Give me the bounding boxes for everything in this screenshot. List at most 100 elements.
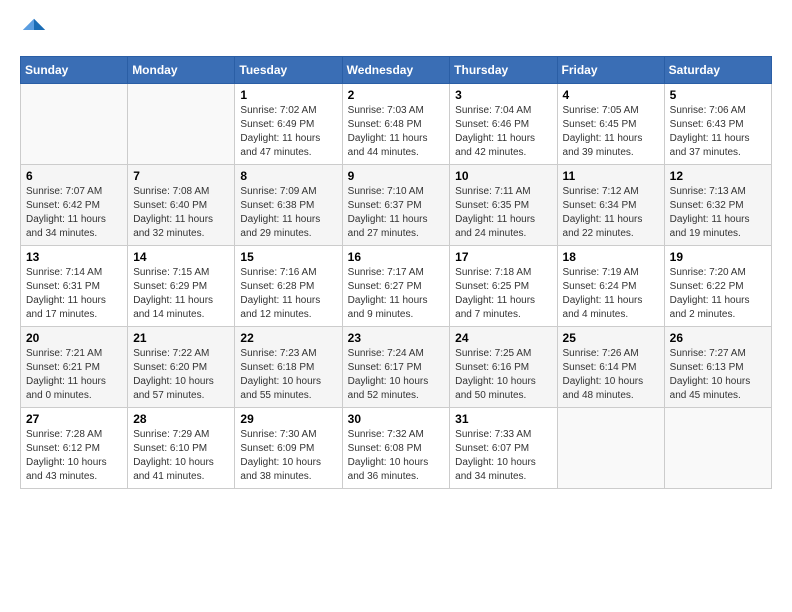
day-cell: 9 Sunrise: 7:10 AMSunset: 6:37 PMDaylight… bbox=[342, 165, 450, 246]
day-number: 10 bbox=[455, 169, 551, 183]
day-detail: Sunrise: 7:10 AMSunset: 6:37 PMDaylight:… bbox=[348, 186, 428, 239]
day-detail: Sunrise: 7:25 AMSunset: 6:16 PMDaylight:… bbox=[455, 348, 536, 401]
day-detail: Sunrise: 7:06 AMSunset: 6:43 PMDaylight:… bbox=[670, 105, 750, 158]
day-cell: 6 Sunrise: 7:07 AMSunset: 6:42 PMDaylight… bbox=[21, 165, 128, 246]
day-cell: 23Sunrise: 7:24 AMSunset: 6:17 PMDayligh… bbox=[342, 327, 450, 408]
header-cell-wednesday: Wednesday bbox=[342, 57, 450, 84]
day-cell: 5 Sunrise: 7:06 AMSunset: 6:43 PMDaylight… bbox=[664, 84, 771, 165]
day-number: 26 bbox=[670, 331, 766, 345]
week-row-3: 13 Sunrise: 7:14 AMSunset: 6:31 PMDayligh… bbox=[21, 246, 772, 327]
day-number: 5 bbox=[670, 88, 766, 102]
day-detail: Sunrise: 7:20 AMSunset: 6:22 PMDaylight:… bbox=[670, 267, 750, 320]
day-detail: Sunrise: 7:17 AMSunset: 6:27 PMDaylight:… bbox=[348, 267, 428, 320]
day-detail: Sunrise: 7:27 AMSunset: 6:13 PMDaylight:… bbox=[670, 348, 751, 401]
day-number: 3 bbox=[455, 88, 551, 102]
day-cell bbox=[128, 84, 235, 165]
logo bbox=[20, 16, 52, 44]
day-number: 24 bbox=[455, 331, 551, 345]
day-number: 27 bbox=[26, 412, 122, 426]
header-cell-monday: Monday bbox=[128, 57, 235, 84]
day-detail: Sunrise: 7:23 AMSunset: 6:18 PMDaylight:… bbox=[240, 348, 321, 401]
day-number: 9 bbox=[348, 169, 445, 183]
day-cell: 8 Sunrise: 7:09 AMSunset: 6:38 PMDaylight… bbox=[235, 165, 342, 246]
day-number: 18 bbox=[563, 250, 659, 264]
header-cell-saturday: Saturday bbox=[664, 57, 771, 84]
week-row-4: 20Sunrise: 7:21 AMSunset: 6:21 PMDayligh… bbox=[21, 327, 772, 408]
day-cell: 1 Sunrise: 7:02 AMSunset: 6:49 PMDaylight… bbox=[235, 84, 342, 165]
day-detail: Sunrise: 7:16 AMSunset: 6:28 PMDaylight:… bbox=[240, 267, 320, 320]
day-detail: Sunrise: 7:07 AMSunset: 6:42 PMDaylight:… bbox=[26, 186, 106, 239]
day-number: 19 bbox=[670, 250, 766, 264]
day-number: 7 bbox=[133, 169, 229, 183]
header-cell-sunday: Sunday bbox=[21, 57, 128, 84]
day-cell: 28 Sunrise: 7:29 AMSunset: 6:10 PMDayligh… bbox=[128, 408, 235, 489]
day-number: 6 bbox=[26, 169, 122, 183]
day-cell: 18 Sunrise: 7:19 AMSunset: 6:24 PMDayligh… bbox=[557, 246, 664, 327]
day-number: 22 bbox=[240, 331, 336, 345]
day-cell: 12Sunrise: 7:13 AMSunset: 6:32 PMDayligh… bbox=[664, 165, 771, 246]
week-row-5: 27 Sunrise: 7:28 AMSunset: 6:12 PMDayligh… bbox=[21, 408, 772, 489]
day-detail: Sunrise: 7:26 AMSunset: 6:14 PMDaylight:… bbox=[563, 348, 644, 401]
day-detail: Sunrise: 7:21 AMSunset: 6:21 PMDaylight:… bbox=[26, 348, 106, 401]
header-cell-thursday: Thursday bbox=[450, 57, 557, 84]
day-detail: Sunrise: 7:32 AMSunset: 6:08 PMDaylight:… bbox=[348, 429, 429, 482]
page-header bbox=[20, 16, 772, 44]
day-cell: 2 Sunrise: 7:03 AMSunset: 6:48 PMDaylight… bbox=[342, 84, 450, 165]
day-number: 14 bbox=[133, 250, 229, 264]
day-cell: 14 Sunrise: 7:15 AMSunset: 6:29 PMDayligh… bbox=[128, 246, 235, 327]
day-number: 1 bbox=[240, 88, 336, 102]
header-cell-tuesday: Tuesday bbox=[235, 57, 342, 84]
day-detail: Sunrise: 7:11 AMSunset: 6:35 PMDaylight:… bbox=[455, 186, 535, 239]
day-number: 11 bbox=[563, 169, 659, 183]
day-cell: 19 Sunrise: 7:20 AMSunset: 6:22 PMDayligh… bbox=[664, 246, 771, 327]
day-detail: Sunrise: 7:03 AMSunset: 6:48 PMDaylight:… bbox=[348, 105, 428, 158]
day-detail: Sunrise: 7:29 AMSunset: 6:10 PMDaylight:… bbox=[133, 429, 214, 482]
day-detail: Sunrise: 7:08 AMSunset: 6:40 PMDaylight:… bbox=[133, 186, 213, 239]
day-cell: 26 Sunrise: 7:27 AMSunset: 6:13 PMDayligh… bbox=[664, 327, 771, 408]
calendar-header: SundayMondayTuesdayWednesdayThursdayFrid… bbox=[21, 57, 772, 84]
day-cell: 29Sunrise: 7:30 AMSunset: 6:09 PMDayligh… bbox=[235, 408, 342, 489]
calendar-table: SundayMondayTuesdayWednesdayThursdayFrid… bbox=[20, 56, 772, 489]
day-detail: Sunrise: 7:22 AMSunset: 6:20 PMDaylight:… bbox=[133, 348, 214, 401]
day-cell: 20Sunrise: 7:21 AMSunset: 6:21 PMDayligh… bbox=[21, 327, 128, 408]
day-number: 8 bbox=[240, 169, 336, 183]
day-number: 29 bbox=[240, 412, 336, 426]
day-detail: Sunrise: 7:09 AMSunset: 6:38 PMDaylight:… bbox=[240, 186, 320, 239]
logo-icon bbox=[20, 16, 48, 44]
day-number: 2 bbox=[348, 88, 445, 102]
day-number: 28 bbox=[133, 412, 229, 426]
day-detail: Sunrise: 7:15 AMSunset: 6:29 PMDaylight:… bbox=[133, 267, 213, 320]
day-detail: Sunrise: 7:04 AMSunset: 6:46 PMDaylight:… bbox=[455, 105, 535, 158]
day-detail: Sunrise: 7:14 AMSunset: 6:31 PMDaylight:… bbox=[26, 267, 106, 320]
day-cell: 24 Sunrise: 7:25 AMSunset: 6:16 PMDayligh… bbox=[450, 327, 557, 408]
day-number: 17 bbox=[455, 250, 551, 264]
day-number: 31 bbox=[455, 412, 551, 426]
day-detail: Sunrise: 7:12 AMSunset: 6:34 PMDaylight:… bbox=[563, 186, 643, 239]
day-number: 13 bbox=[26, 250, 122, 264]
day-number: 21 bbox=[133, 331, 229, 345]
day-cell: 27 Sunrise: 7:28 AMSunset: 6:12 PMDayligh… bbox=[21, 408, 128, 489]
day-detail: Sunrise: 7:28 AMSunset: 6:12 PMDaylight:… bbox=[26, 429, 107, 482]
day-number: 23 bbox=[348, 331, 445, 345]
day-number: 30 bbox=[348, 412, 445, 426]
day-cell: 10 Sunrise: 7:11 AMSunset: 6:35 PMDayligh… bbox=[450, 165, 557, 246]
day-detail: Sunrise: 7:02 AMSunset: 6:49 PMDaylight:… bbox=[240, 105, 320, 158]
day-cell: 17Sunrise: 7:18 AMSunset: 6:25 PMDayligh… bbox=[450, 246, 557, 327]
day-number: 4 bbox=[563, 88, 659, 102]
day-cell: 15 Sunrise: 7:16 AMSunset: 6:28 PMDayligh… bbox=[235, 246, 342, 327]
day-cell bbox=[664, 408, 771, 489]
day-detail: Sunrise: 7:19 AMSunset: 6:24 PMDaylight:… bbox=[563, 267, 643, 320]
day-cell: 31 Sunrise: 7:33 AMSunset: 6:07 PMDayligh… bbox=[450, 408, 557, 489]
day-cell: 16Sunrise: 7:17 AMSunset: 6:27 PMDayligh… bbox=[342, 246, 450, 327]
day-cell: 30 Sunrise: 7:32 AMSunset: 6:08 PMDayligh… bbox=[342, 408, 450, 489]
day-number: 15 bbox=[240, 250, 336, 264]
header-cell-friday: Friday bbox=[557, 57, 664, 84]
header-row: SundayMondayTuesdayWednesdayThursdayFrid… bbox=[21, 57, 772, 84]
day-detail: Sunrise: 7:05 AMSunset: 6:45 PMDaylight:… bbox=[563, 105, 643, 158]
day-cell: 13 Sunrise: 7:14 AMSunset: 6:31 PMDayligh… bbox=[21, 246, 128, 327]
day-detail: Sunrise: 7:33 AMSunset: 6:07 PMDaylight:… bbox=[455, 429, 536, 482]
day-cell: 11 Sunrise: 7:12 AMSunset: 6:34 PMDayligh… bbox=[557, 165, 664, 246]
day-cell: 21 Sunrise: 7:22 AMSunset: 6:20 PMDayligh… bbox=[128, 327, 235, 408]
calendar-body: 1 Sunrise: 7:02 AMSunset: 6:49 PMDaylight… bbox=[21, 84, 772, 489]
day-detail: Sunrise: 7:13 AMSunset: 6:32 PMDaylight:… bbox=[670, 186, 750, 239]
